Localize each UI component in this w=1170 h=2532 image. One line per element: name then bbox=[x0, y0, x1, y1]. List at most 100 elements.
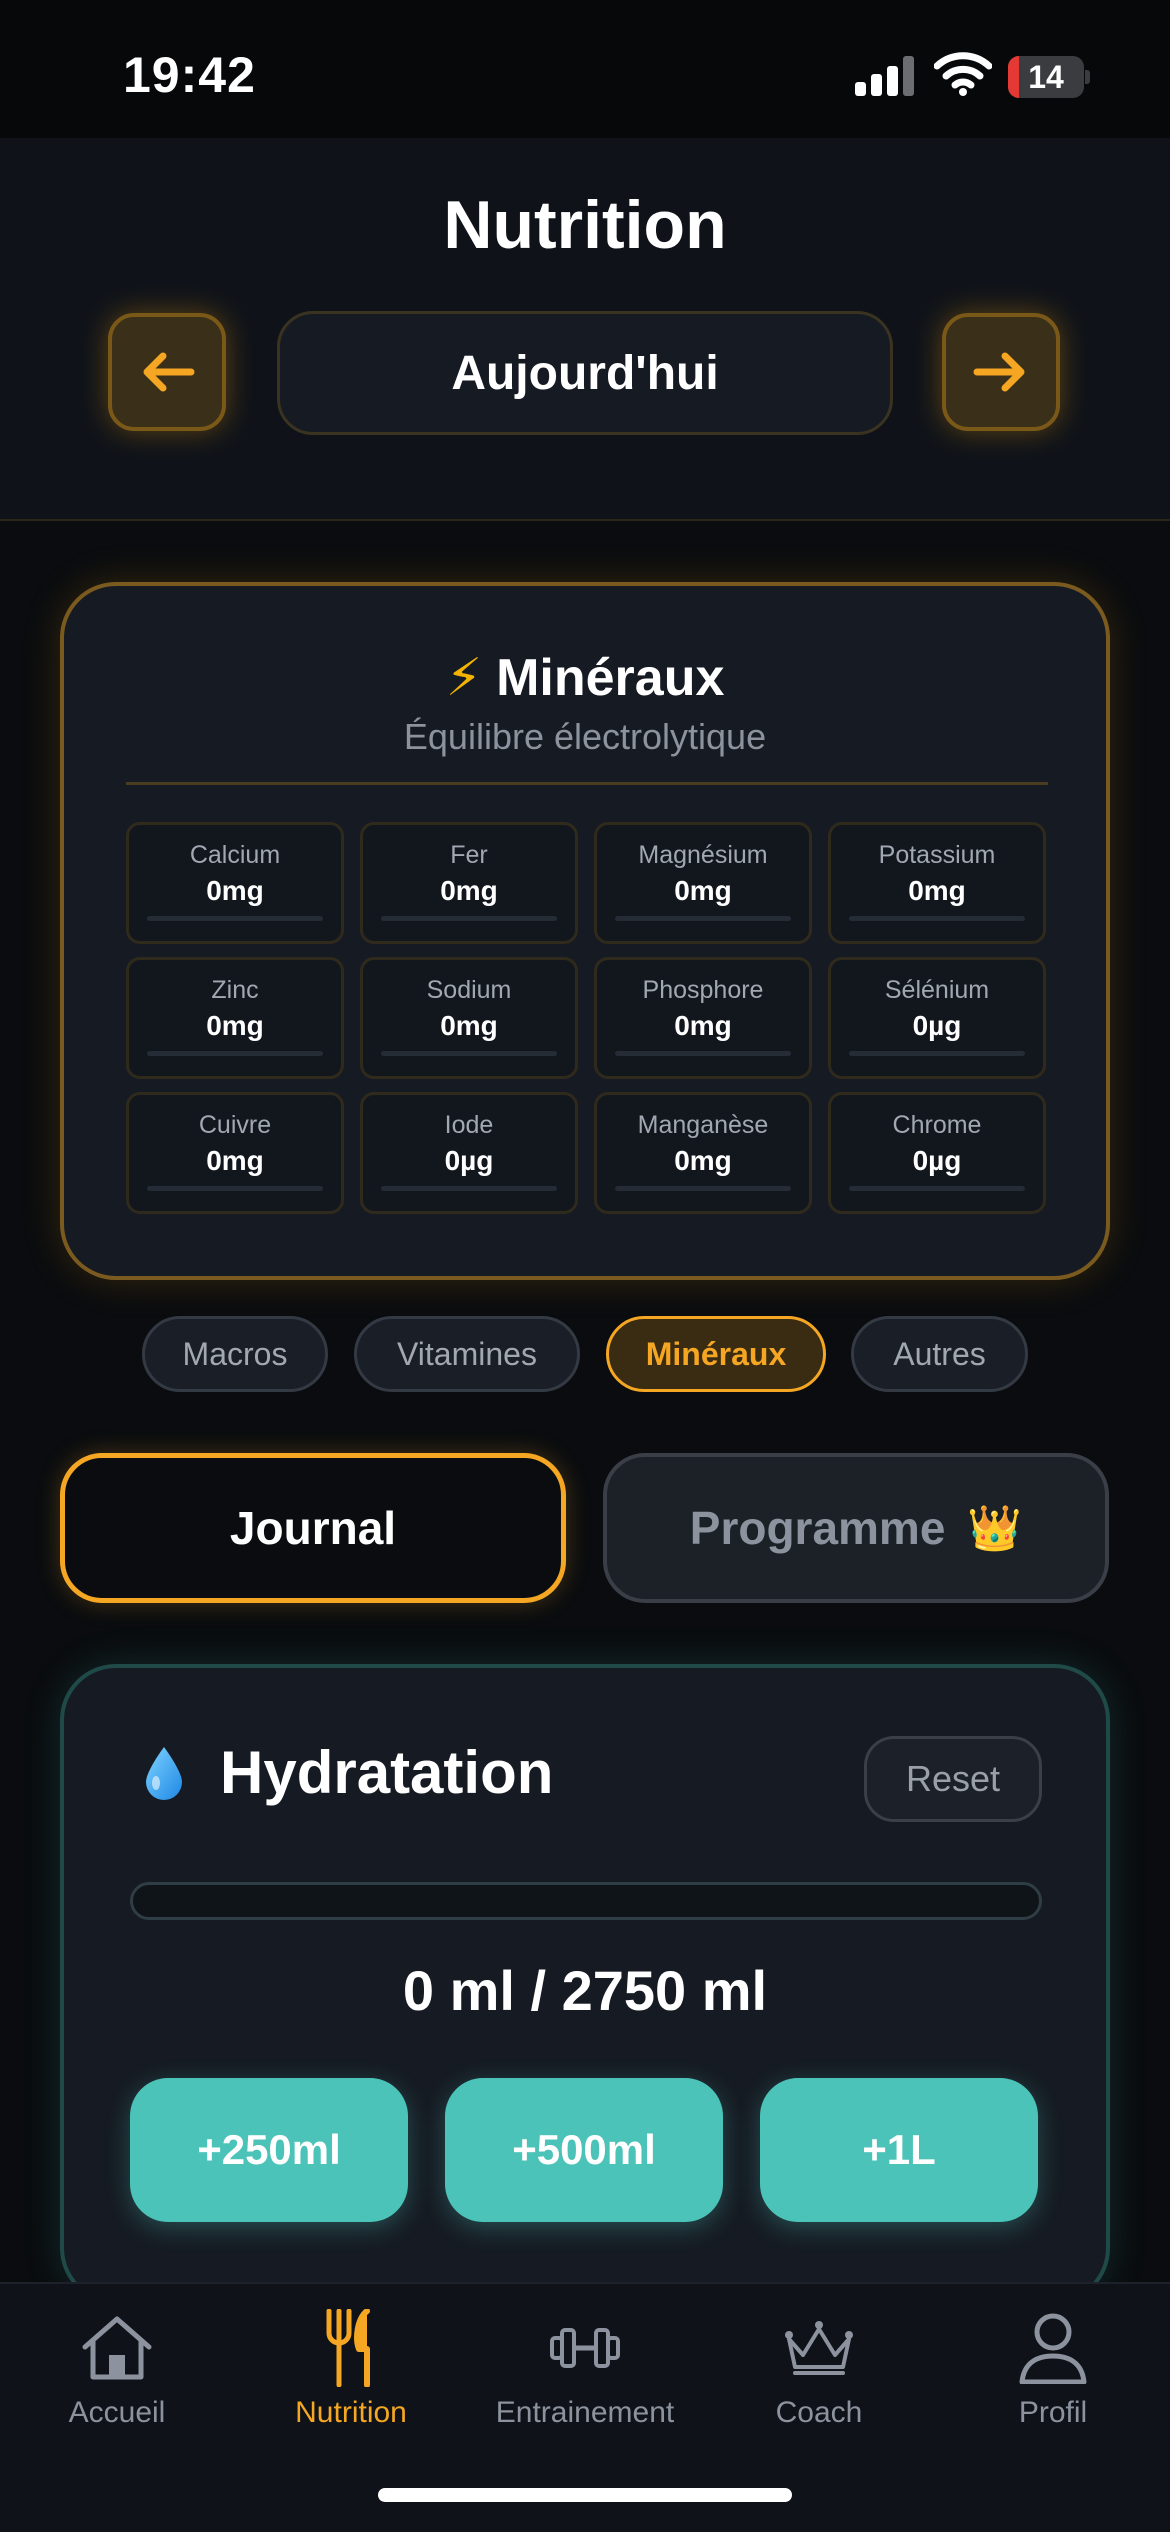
mineral-progress-bar bbox=[849, 1186, 1025, 1191]
tab-macros[interactable]: Macros bbox=[142, 1316, 328, 1392]
nutrition-header: Nutrition Aujourd'hui bbox=[0, 138, 1170, 521]
programme-button[interactable]: Programme 👑 bbox=[603, 1453, 1109, 1603]
water-drop-icon bbox=[146, 1746, 182, 1800]
dumbbell-icon bbox=[550, 2328, 620, 2368]
add-1l-button[interactable]: +1L bbox=[760, 2078, 1038, 2222]
tab-label: Profil bbox=[1018, 2396, 1088, 2429]
mineral-cell: Sodium 0mg bbox=[360, 957, 578, 1079]
minerals-grid: Calcium 0mg Fer 0mg Magnésium 0mg Potassium… bbox=[126, 822, 1048, 1214]
mineral-name: Chrome bbox=[892, 1111, 982, 1139]
minerals-card: ⚡ Minéraux Équilibre électrolytique Calci… bbox=[60, 582, 1110, 1280]
hydration-title: Hydratation bbox=[220, 1739, 554, 1806]
reset-button[interactable]: Reset bbox=[864, 1736, 1042, 1822]
mineral-value: 0mg bbox=[674, 1010, 732, 1041]
mineral-cell: Iode 0µg bbox=[360, 1092, 578, 1214]
mineral-progress-bar bbox=[147, 1186, 323, 1191]
mineral-cell: Calcium 0mg bbox=[126, 822, 344, 944]
mineral-progress-bar bbox=[147, 916, 323, 921]
mineral-cell: Fer 0mg bbox=[360, 822, 578, 944]
status-time: 19:42 bbox=[123, 47, 256, 103]
mineral-progress-bar bbox=[849, 1051, 1025, 1056]
battery-level: 14 bbox=[1028, 59, 1064, 95]
mineral-cell: Zinc 0mg bbox=[126, 957, 344, 1079]
mineral-value: 0µg bbox=[912, 1145, 962, 1176]
add-500ml-button[interactable]: +500ml bbox=[445, 2078, 723, 2222]
mineral-value: 0mg bbox=[206, 1145, 264, 1176]
mineral-cell: Potassium 0mg bbox=[828, 822, 1046, 944]
hydration-title-row: Hydratation bbox=[144, 1738, 553, 1807]
minerals-subtitle: Équilibre électrolytique bbox=[403, 716, 767, 757]
tab-bar-entrainement[interactable]: Entrainement bbox=[468, 2308, 702, 2458]
crown-icon: 👑 bbox=[967, 1504, 1023, 1553]
crown-icon bbox=[785, 2321, 853, 2375]
add-250ml-button[interactable]: +250ml bbox=[130, 2078, 408, 2222]
hydration-progress-bar bbox=[130, 1882, 1042, 1920]
mineral-name: Phosphore bbox=[642, 976, 764, 1004]
mineral-cell: Chrome 0µg bbox=[828, 1092, 1046, 1214]
tab-mineraux[interactable]: Minéraux bbox=[606, 1316, 826, 1392]
mineral-value: 0mg bbox=[206, 1010, 264, 1041]
minerals-title-row: ⚡ Minéraux bbox=[64, 648, 1106, 708]
mineral-value: 0mg bbox=[674, 875, 732, 906]
mineral-progress-bar bbox=[381, 1186, 557, 1191]
mineral-name: Cuivre bbox=[198, 1111, 272, 1139]
tab-bar-accueil[interactable]: Accueil bbox=[0, 2308, 234, 2458]
hydration-card: Hydratation Reset 0 ml / 2750 ml +250ml … bbox=[60, 1664, 1110, 2304]
page-title: Nutrition bbox=[443, 187, 727, 263]
tab-label: Nutrition bbox=[295, 2396, 407, 2429]
date-selector[interactable]: Aujourd'hui bbox=[277, 311, 893, 435]
mineral-value: 0µg bbox=[444, 1145, 494, 1176]
tab-bar-nutrition[interactable]: Nutrition bbox=[234, 2308, 468, 2458]
tab-vitamines[interactable]: Vitamines bbox=[354, 1316, 580, 1392]
tab-label: Entrainement bbox=[495, 2396, 675, 2429]
mineral-cell: Magnésium 0mg bbox=[594, 822, 812, 944]
mineral-progress-bar bbox=[849, 916, 1025, 921]
journal-button[interactable]: Journal bbox=[60, 1453, 566, 1603]
mineral-cell: Manganèse 0mg bbox=[594, 1092, 812, 1214]
mineral-name: Manganèse bbox=[637, 1111, 769, 1139]
mineral-value: 0mg bbox=[440, 1010, 498, 1041]
mineral-value: 0µg bbox=[912, 1010, 962, 1041]
mineral-progress-bar bbox=[147, 1051, 323, 1056]
mineral-progress-bar bbox=[381, 916, 557, 921]
mineral-value: 0mg bbox=[440, 875, 498, 906]
previous-day-button[interactable] bbox=[108, 313, 226, 431]
person-icon bbox=[1019, 2313, 1087, 2384]
mineral-name: Potassium bbox=[878, 841, 996, 869]
signal-icon bbox=[855, 56, 915, 96]
tab-label: Coach bbox=[775, 2396, 863, 2429]
arrow-right-icon bbox=[973, 352, 1025, 392]
minerals-title: Minéraux bbox=[496, 649, 725, 707]
wifi-icon bbox=[933, 52, 993, 96]
mineral-cell: Sélénium 0µg bbox=[828, 957, 1046, 1079]
mineral-progress-bar bbox=[615, 1051, 791, 1056]
mineral-name: Sélénium bbox=[884, 976, 990, 1004]
arrow-left-icon bbox=[143, 352, 195, 392]
battery-icon: 14 bbox=[1008, 56, 1090, 98]
mineral-progress-bar bbox=[615, 916, 791, 921]
mineral-cell: Phosphore 0mg bbox=[594, 957, 812, 1079]
mineral-progress-bar bbox=[381, 1051, 557, 1056]
mineral-name: Iode bbox=[444, 1111, 494, 1139]
mineral-value: 0mg bbox=[206, 875, 264, 906]
mineral-name: Magnésium bbox=[638, 841, 768, 869]
home-indicator[interactable] bbox=[378, 2488, 792, 2502]
tab-label: Accueil bbox=[68, 2396, 166, 2429]
tab-bar-profil[interactable]: Profil bbox=[936, 2308, 1170, 2458]
mineral-value: 0mg bbox=[674, 1145, 732, 1176]
programme-label: Programme bbox=[689, 1502, 946, 1554]
home-icon bbox=[82, 2316, 152, 2380]
mineral-name: Fer bbox=[450, 841, 488, 869]
divider bbox=[126, 782, 1048, 785]
status-bar: 19:42 14 bbox=[0, 0, 1170, 138]
mineral-name: Sodium bbox=[426, 976, 512, 1004]
hydration-amount: 0 ml / 2750 ml bbox=[402, 1959, 768, 2022]
fork-knife-icon bbox=[326, 2309, 370, 2387]
mineral-cell: Cuivre 0mg bbox=[126, 1092, 344, 1214]
next-day-button[interactable] bbox=[942, 313, 1060, 431]
tab-autres[interactable]: Autres bbox=[851, 1316, 1028, 1392]
mineral-name: Zinc bbox=[211, 976, 259, 1004]
mineral-name: Calcium bbox=[189, 841, 281, 869]
mineral-value: 0mg bbox=[908, 875, 966, 906]
tab-bar-coach[interactable]: Coach bbox=[702, 2308, 936, 2458]
